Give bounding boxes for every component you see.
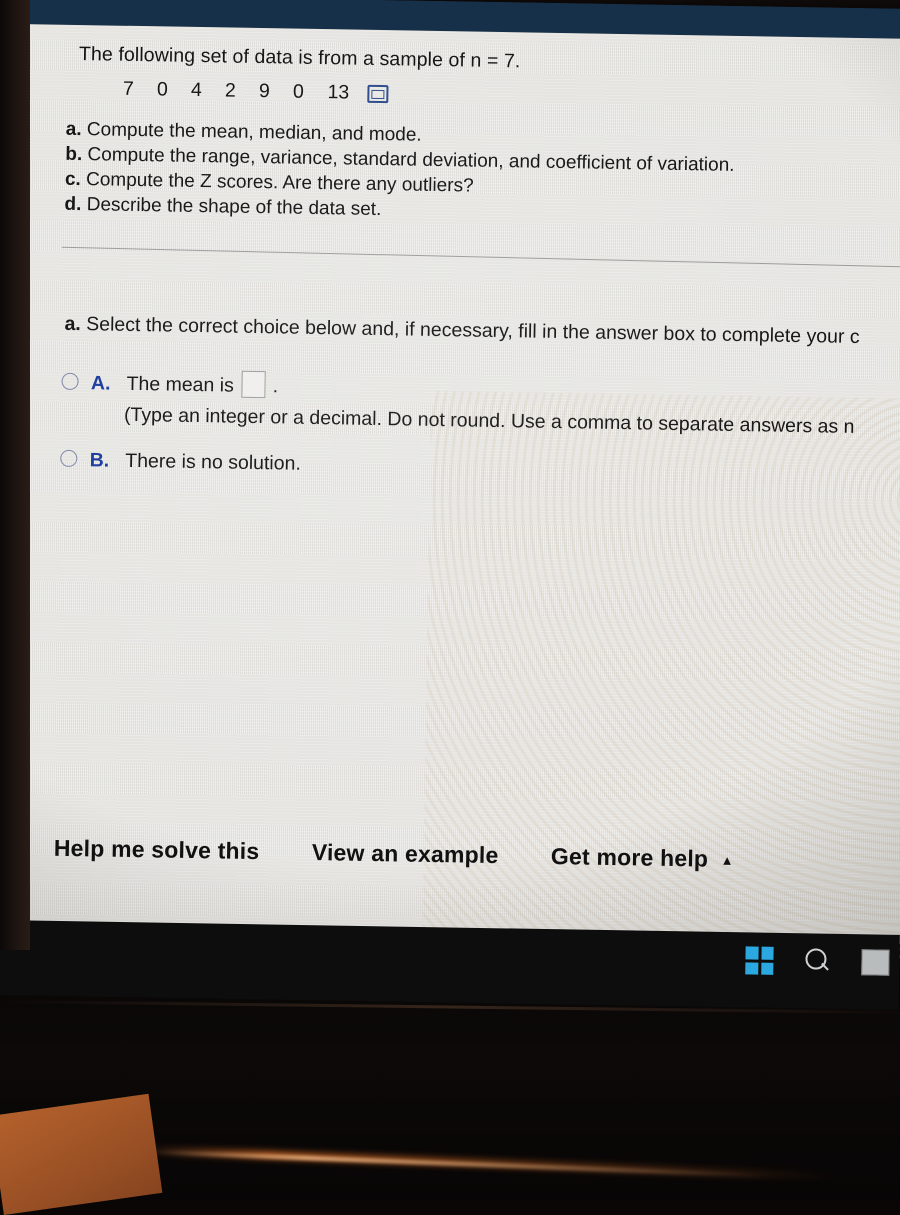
data-values-row: 7 0 4 2 9 0 13 (111, 77, 389, 106)
part-letter: d. (64, 193, 82, 216)
start-icon-tile (760, 946, 774, 960)
mean-answer-input[interactable] (241, 370, 266, 399)
data-value: 13 (327, 81, 350, 104)
help-me-solve-this-label: Help me solve this (53, 834, 260, 865)
get-more-help-label: Get more help (550, 842, 709, 872)
radio-button-a[interactable] (61, 372, 79, 391)
taskbar-icon-group (745, 946, 890, 976)
action-bar: Help me solve this View an example Get m… (54, 835, 782, 874)
view-an-example-button[interactable]: View an example (312, 839, 499, 869)
data-value: 0 (292, 80, 305, 103)
choice-option-a[interactable]: A. The mean is . (61, 368, 278, 399)
data-value: 4 (190, 78, 203, 102)
data-value: 7 (122, 77, 135, 100)
choice-a-text: The mean is (126, 372, 235, 397)
answer-hint: (Type an integer or a decimal. Do not ro… (123, 403, 855, 438)
choice-a-suffix: . (272, 375, 279, 398)
data-value: 0 (156, 78, 169, 101)
radio-button-b[interactable] (60, 449, 78, 468)
photo-scene: The following set of data is from a samp… (0, 0, 900, 1215)
laptop-screen: The following set of data is from a samp… (2, 0, 900, 961)
answer-instruction-text: Select the correct choice below and, if … (86, 313, 860, 349)
answer-instruction: a. Select the correct choice below and, … (64, 313, 859, 349)
popup-window-icon[interactable] (367, 84, 389, 103)
choice-letter-b: B. (89, 449, 110, 472)
start-icon-tile (760, 962, 774, 975)
caret-up-icon: ▲ (720, 852, 734, 868)
problem-parts-list: a. Compute the mean, median, and mode. b… (64, 117, 735, 228)
data-value: 2 (224, 79, 237, 102)
part-text: Describe the shape of the data set. (86, 194, 382, 221)
search-icon[interactable] (803, 947, 831, 975)
choice-letter-a: A. (90, 372, 111, 395)
view-an-example-label: View an example (311, 838, 499, 869)
assignment-page: The following set of data is from a samp… (2, 23, 900, 944)
get-more-help-button[interactable]: Get more help ▲ (551, 843, 734, 873)
choice-b-text: There is no solution. (125, 449, 302, 475)
problem-prompt: The following set of data is from a samp… (78, 43, 521, 73)
windows-taskbar (0, 920, 900, 1010)
app-icon[interactable] (861, 949, 890, 976)
part-text: Compute the mean, median, and mode. (86, 119, 422, 146)
windows-start-icon[interactable] (745, 946, 774, 975)
part-letter: c. (64, 168, 81, 191)
screen-bezel-left (0, 0, 30, 950)
start-icon-tile (745, 961, 758, 975)
part-letter: a. (65, 118, 82, 141)
start-icon-tile (745, 946, 759, 960)
answer-instruction-letter: a. (64, 312, 81, 336)
data-value: 9 (258, 80, 271, 103)
choice-option-b[interactable]: B. There is no solution. (60, 449, 301, 476)
help-me-solve-this-button[interactable]: Help me solve this (54, 835, 260, 865)
section-divider (61, 246, 900, 268)
part-letter: b. (65, 143, 83, 166)
